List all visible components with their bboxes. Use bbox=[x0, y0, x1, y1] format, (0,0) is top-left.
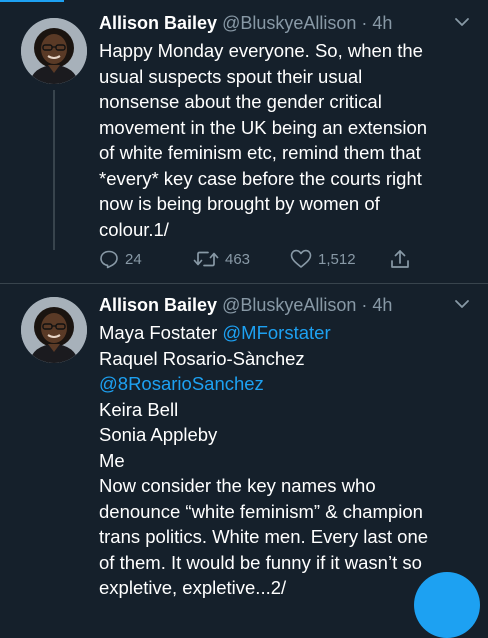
reply-count: 24 bbox=[125, 250, 142, 268]
tweet-text-line: movement in the UK being an extension bbox=[99, 116, 428, 138]
author-handle[interactable]: @BluskyeAllison bbox=[222, 13, 356, 33]
tweet-text: Maya Fostater @MForstater Raquel Rosario… bbox=[99, 320, 474, 601]
author-handle[interactable]: @BluskyeAllison bbox=[222, 295, 356, 315]
tweet-text-line: of them. It would be funny if it wasn’t … bbox=[99, 551, 422, 573]
tweet-divider bbox=[0, 283, 488, 284]
avatar[interactable] bbox=[21, 297, 87, 363]
retweet-icon bbox=[193, 251, 219, 267]
tweet-header: Allison Bailey @BluskyeAllison · 4h bbox=[99, 292, 474, 318]
chevron-down-icon[interactable] bbox=[454, 16, 470, 28]
tweet-text-line: Keira Bell bbox=[99, 398, 179, 420]
avatar[interactable] bbox=[21, 18, 87, 84]
tweet-text-line: usual suspects spout their usual bbox=[99, 65, 363, 87]
tweet-text-line: of white feminism etc, remind them that bbox=[99, 142, 421, 163]
tweet-text-line: Maya Fostater @MForstater bbox=[99, 320, 474, 346]
author-name[interactable]: Allison Bailey bbox=[99, 295, 217, 315]
tweet-text-line: denounce “white feminism” & champion bbox=[99, 500, 423, 522]
like-count: 1,512 bbox=[318, 250, 356, 268]
tweet-time[interactable]: 4h bbox=[372, 295, 392, 315]
tweet-2[interactable]: Allison Bailey @BluskyeAllison · 4h Maya… bbox=[0, 289, 488, 600]
author-name[interactable]: Allison Bailey bbox=[99, 13, 217, 33]
name-text: Maya Fostater bbox=[99, 322, 218, 343]
thread-connector-line bbox=[53, 90, 55, 250]
retweet-button[interactable]: 463 bbox=[193, 246, 250, 272]
tweet-header: Allison Bailey @BluskyeAllison · 4h bbox=[99, 10, 474, 36]
separator-dot: · bbox=[361, 295, 368, 315]
share-button[interactable] bbox=[389, 246, 417, 272]
like-button[interactable]: 1,512 bbox=[290, 246, 356, 272]
tweet-content: Allison Bailey @BluskyeAllison · 4h Happ… bbox=[99, 10, 474, 242]
tweet-content: Allison Bailey @BluskyeAllison · 4h Maya… bbox=[99, 292, 474, 601]
tweet-time[interactable]: 4h bbox=[372, 13, 392, 33]
tweet-text-line: nonsense about the gender critical bbox=[99, 91, 382, 112]
tweet-text-line: Sonia Appleby bbox=[99, 424, 218, 445]
tweet-text-line: now is being brought by women of bbox=[99, 193, 380, 214]
heart-icon bbox=[290, 249, 312, 268]
tweet-text-line: Now consider the key names who bbox=[99, 475, 376, 496]
tweet-actions: 24 463 1,512 bbox=[99, 246, 419, 272]
separator-dot: · bbox=[361, 13, 368, 33]
reply-icon bbox=[100, 250, 118, 269]
tweet-text-line: Raquel Rosario-Sànchez bbox=[99, 347, 305, 369]
mention-link[interactable]: @MForstater bbox=[222, 322, 330, 343]
tweet-text: Happy Monday everyone. So, when the usua… bbox=[99, 38, 474, 242]
mention-link[interactable]: @8RosarioSanchez bbox=[99, 371, 474, 397]
share-icon bbox=[391, 250, 409, 268]
reply-button[interactable]: 24 bbox=[99, 246, 142, 272]
tweet-text-line: trans politics. White men. Every last on… bbox=[99, 526, 429, 547]
compose-fab[interactable] bbox=[414, 572, 480, 638]
retweet-count: 463 bbox=[225, 250, 251, 268]
tweet-1[interactable]: Allison Bailey @BluskyeAllison · 4h Happ… bbox=[0, 0, 488, 280]
tweet-text-line: colour.1/ bbox=[99, 218, 169, 240]
tweet-text-line: Me bbox=[99, 449, 125, 471]
chevron-down-icon[interactable] bbox=[454, 298, 470, 310]
tweet-text-line: Happy Monday everyone. So, when the bbox=[99, 40, 423, 61]
tweet-text-line: *every* key case before the courts right bbox=[99, 167, 422, 189]
